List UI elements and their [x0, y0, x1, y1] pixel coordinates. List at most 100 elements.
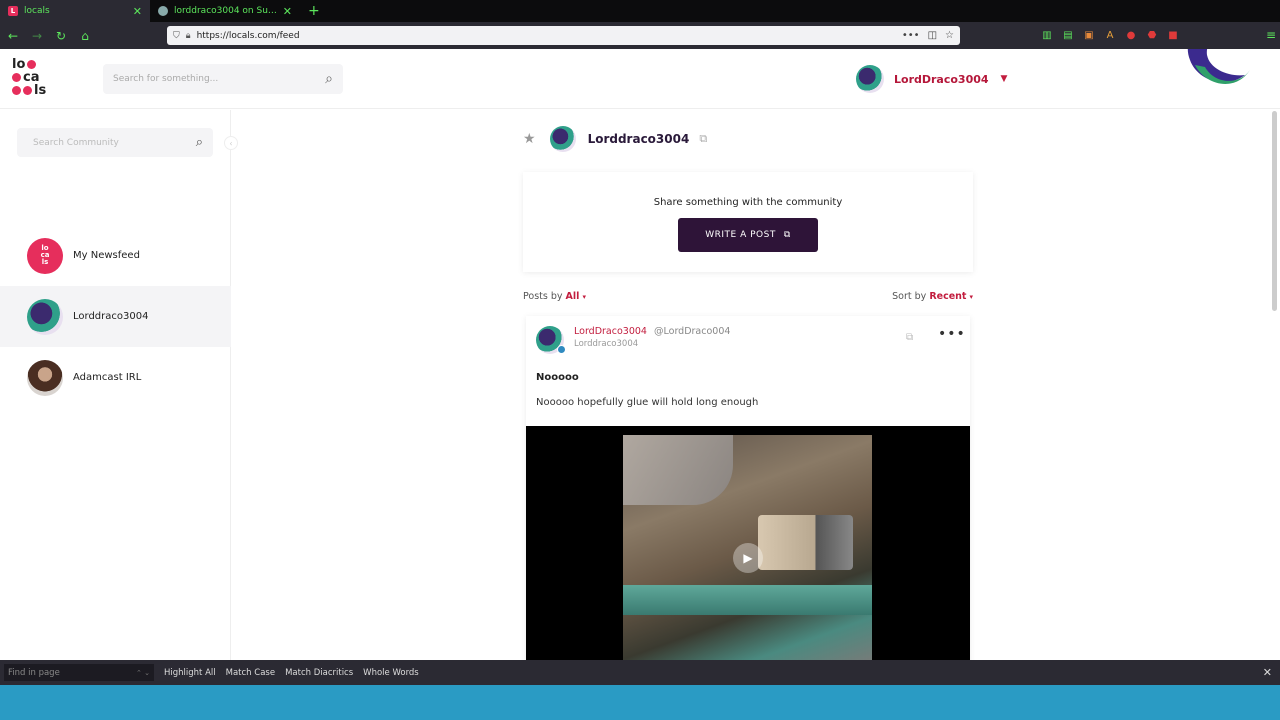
- post-author[interactable]: LordDraco3004: [574, 326, 647, 337]
- library-icon[interactable]: ▥: [1040, 29, 1054, 43]
- sidebar-item-adamcast-irl[interactable]: Adamcast IRL: [0, 347, 231, 408]
- verified-badge-icon: [557, 345, 566, 354]
- logo-dot: [27, 60, 37, 69]
- forward-arrow-icon[interactable]: →: [26, 25, 48, 47]
- page: lo ca ls Search for something... ⌕ LordD…: [0, 49, 1280, 660]
- chevron-down-icon: ▾: [969, 293, 973, 301]
- reload-icon[interactable]: ↻: [50, 25, 72, 47]
- logo-line: ls: [34, 83, 47, 98]
- external-link-icon[interactable]: ⧉: [906, 332, 913, 343]
- new-tab-button[interactable]: +: [300, 0, 328, 22]
- sidebar-icon[interactable]: ▤: [1061, 29, 1075, 43]
- share-prompt: Share something with the community: [653, 197, 843, 208]
- find-placeholder: Find in page: [8, 667, 60, 678]
- posts-by-value: All: [565, 291, 580, 302]
- sidebar-item-label: My Newsfeed: [73, 250, 140, 261]
- close-find-bar-icon[interactable]: ✕: [1263, 666, 1272, 679]
- chevron-down-icon: ▾: [582, 293, 586, 301]
- sort-by-label: Sort by: [892, 291, 927, 302]
- site-search-input[interactable]: Search for something... ⌕: [103, 64, 343, 94]
- sort-by-value: Recent: [929, 291, 967, 302]
- pocket-icon[interactable]: ◫: [928, 30, 937, 41]
- sidebar-item-label: Adamcast IRL: [73, 372, 142, 383]
- tab-title: locals: [24, 6, 50, 16]
- search-placeholder: Search Community: [33, 137, 119, 148]
- external-link-icon[interactable]: ⧉: [699, 132, 707, 146]
- lock-icon: 🔒︎: [185, 30, 191, 41]
- extension-a-icon[interactable]: A: [1103, 29, 1117, 43]
- logo-dot: [23, 86, 32, 95]
- sidebar: Search Community ⌕ ‹ lo ca ls My Newsfeed …: [0, 110, 238, 660]
- post-header: LordDraco3004 @LordDraco004 Lorddraco300…: [536, 326, 730, 354]
- menu-icon[interactable]: ≡: [1260, 24, 1280, 46]
- post-title: Nooooo: [536, 372, 579, 383]
- write-post-button[interactable]: WRITE A POST ⧉: [678, 218, 818, 252]
- locals-favicon-icon: L: [8, 6, 18, 16]
- locals-avatar: lo ca ls: [27, 237, 63, 274]
- more-options-icon[interactable]: •••: [938, 326, 966, 342]
- globe-favicon-icon: [158, 6, 168, 16]
- match-case-option[interactable]: Match Case: [226, 668, 275, 678]
- extension-abp-icon[interactable]: ●: [1124, 29, 1138, 43]
- community-name[interactable]: Lorddraco3004: [588, 132, 690, 146]
- extension-shield-icon[interactable]: ⬣: [1145, 29, 1159, 43]
- sidebar-item-lorddraco3004[interactable]: Lorddraco3004: [0, 286, 231, 347]
- browser-tab-locals[interactable]: L locals ✕: [0, 0, 150, 22]
- find-bar: Find in page ⌃ ⌄ Highlight All Match Cas…: [0, 660, 1280, 685]
- user-name: LordDraco3004: [894, 72, 989, 86]
- video-frame-arm: [623, 435, 733, 505]
- more-actions-icon[interactable]: •••: [902, 30, 920, 41]
- chevron-down-icon[interactable]: ▼: [1001, 74, 1008, 84]
- search-icon[interactable]: ⌕: [196, 135, 203, 150]
- find-input[interactable]: Find in page ⌃ ⌄: [4, 664, 154, 681]
- toolbar-icons: ▥ ▤ ▣ A ● ⬣ ■: [1040, 22, 1180, 49]
- adamcast-avatar: [27, 359, 63, 396]
- user-avatar: [856, 65, 884, 93]
- search-icon[interactable]: ⌕: [325, 71, 333, 87]
- posts-by-label: Posts by: [523, 291, 563, 302]
- posts-by-filter[interactable]: Posts by All ▾: [523, 291, 586, 302]
- post-community: Lorddraco3004: [574, 339, 639, 349]
- back-arrow-icon[interactable]: ←: [2, 25, 24, 47]
- community-header: ★ Lorddraco3004 ⧉: [523, 124, 707, 154]
- logo-dot: [12, 73, 21, 82]
- collapse-sidebar-icon[interactable]: ‹: [224, 136, 238, 150]
- favorite-star-icon[interactable]: ★: [523, 131, 536, 147]
- user-menu[interactable]: LordDraco3004 ▼: [856, 64, 1007, 94]
- sidebar-item-my-newsfeed[interactable]: lo ca ls My Newsfeed: [0, 225, 231, 286]
- url-text: https://locals.com/feed: [196, 30, 300, 41]
- nav-bar: ← → ↻ ⌂ ⛉ 🔒︎ https://locals.com/feed •••…: [0, 22, 1280, 49]
- video-player[interactable]: ▶: [623, 435, 872, 660]
- match-diacritics-option[interactable]: Match Diacritics: [285, 668, 353, 678]
- page-scrollbar[interactable]: [1272, 111, 1277, 311]
- close-tab-icon[interactable]: ✕: [283, 5, 292, 18]
- post-media: ▶: [526, 426, 970, 660]
- tab-bar: L locals ✕ lorddraco3004 on Subscribesta…: [0, 0, 1280, 22]
- locals-logo[interactable]: lo ca ls: [12, 58, 66, 98]
- highlight-all-option[interactable]: Highlight All: [164, 668, 216, 678]
- community-search-input[interactable]: Search Community ⌕: [17, 128, 213, 157]
- sort-by-filter[interactable]: Sort by Recent ▾: [892, 291, 973, 302]
- search-placeholder: Search for something...: [113, 74, 219, 84]
- play-icon[interactable]: ▶: [733, 543, 763, 573]
- tab-title: lorddraco3004 on Subscribestar: [174, 6, 279, 16]
- external-link-icon: ⧉: [783, 230, 791, 240]
- write-post-label: WRITE A POST: [705, 230, 776, 240]
- video-frame-lathe: [758, 515, 853, 570]
- extension-icon[interactable]: ▣: [1082, 29, 1096, 43]
- bookmark-star-icon[interactable]: ☆: [945, 30, 954, 41]
- whole-words-option[interactable]: Whole Words: [363, 668, 419, 678]
- video-frame-rail: [623, 585, 872, 615]
- browser-tab-subscribestar[interactable]: lorddraco3004 on Subscribestar ✕: [150, 0, 300, 22]
- sidebar-item-label: Lorddraco3004: [73, 311, 149, 322]
- post-card: LordDraco3004 @LordDraco004 Lorddraco300…: [526, 316, 970, 660]
- url-bar[interactable]: ⛉ 🔒︎ https://locals.com/feed ••• ◫ ☆: [167, 26, 960, 45]
- find-nav-arrows-icon[interactable]: ⌃ ⌄: [136, 669, 150, 677]
- community-avatar: [549, 126, 576, 152]
- home-icon[interactable]: ⌂: [74, 25, 96, 47]
- site-header: lo ca ls Search for something... ⌕ LordD…: [0, 49, 1280, 109]
- extension-red-icon[interactable]: ■: [1166, 29, 1180, 43]
- post-handle: @LordDraco004: [654, 326, 731, 337]
- close-tab-icon[interactable]: ✕: [133, 5, 142, 18]
- post-author-avatar[interactable]: [536, 326, 566, 354]
